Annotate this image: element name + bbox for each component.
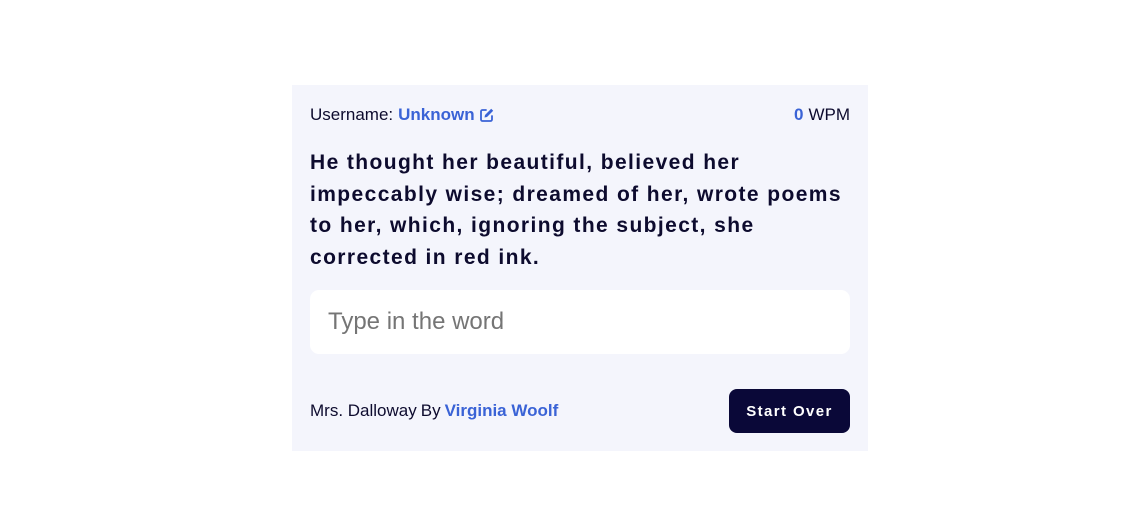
username-display: Username: Unknown: [310, 105, 495, 125]
typing-card: Username: Unknown 0 WPM He thought her b…: [292, 85, 868, 451]
quote-text: He thought her beautiful, believed her i…: [310, 151, 842, 269]
wpm-display: 0 WPM: [794, 105, 850, 125]
wpm-unit: WPM: [808, 105, 850, 124]
wpm-value: 0: [793, 105, 804, 124]
quote-source: Mrs. Dalloway By Virginia Woolf: [310, 401, 558, 421]
footer-row: Mrs. Dalloway By Virginia Woolf Start Over: [310, 389, 850, 433]
author-link[interactable]: Virginia Woolf: [445, 401, 559, 420]
username-value[interactable]: Unknown: [398, 105, 475, 125]
username-label: Username:: [310, 105, 394, 124]
word-input[interactable]: [310, 290, 850, 354]
start-over-button[interactable]: Start Over: [729, 389, 850, 433]
header-row: Username: Unknown 0 WPM: [310, 105, 850, 125]
by-label: By: [420, 401, 441, 420]
edit-icon[interactable]: [479, 107, 495, 123]
book-title: Mrs. Dalloway: [310, 401, 417, 420]
